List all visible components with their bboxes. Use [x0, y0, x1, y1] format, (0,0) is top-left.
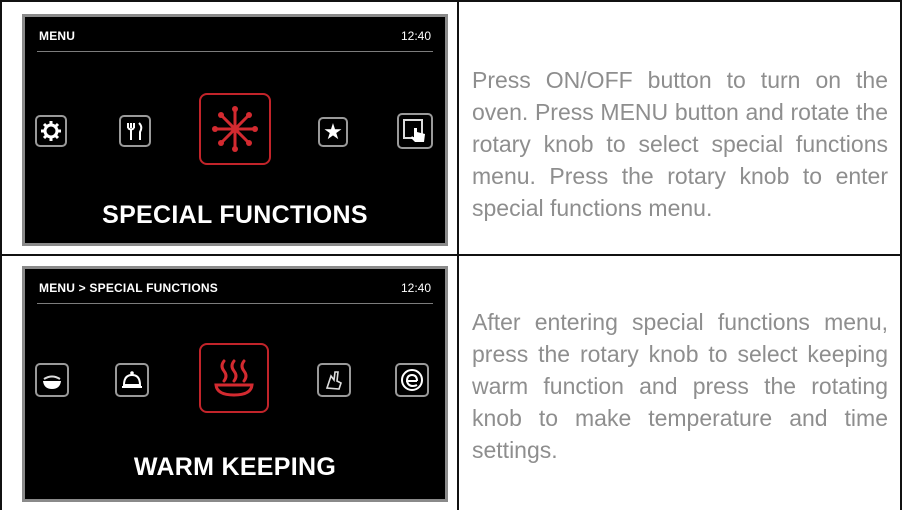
bowl-icon	[35, 363, 69, 397]
table-column-divider	[457, 0, 459, 510]
display-title: MENU	[39, 29, 76, 43]
gear-icon	[35, 115, 67, 147]
warm-keeping-icon	[199, 343, 269, 413]
dome-icon	[115, 363, 149, 397]
fork-knife-icon	[119, 115, 151, 147]
hand-clean-icon	[317, 363, 351, 397]
hand-touch-icon	[397, 113, 433, 149]
display-caption: SPECIAL FUNCTIONS	[102, 201, 368, 229]
display-clock: 12:40	[400, 281, 431, 295]
display-header-rule	[37, 51, 433, 52]
display-header-rule	[37, 303, 433, 304]
oven-display-menu: MENU 12:40 ★ SPECIAL FUNCTIONS	[22, 14, 448, 246]
instruction-text: Press ON/OFF button to turn on the oven.…	[472, 67, 888, 221]
table-border-top	[0, 0, 902, 2]
display-title: MENU > SPECIAL FUNCTIONS	[39, 281, 218, 295]
eco-icon	[395, 363, 429, 397]
star-icon: ★	[318, 117, 348, 147]
display-caption: WARM KEEPING	[133, 453, 337, 481]
table-row-divider	[0, 254, 902, 256]
instruction-text: After entering special functions menu, p…	[472, 309, 888, 463]
defrost-snowflake-icon	[199, 93, 271, 165]
display-clock: 12:40	[400, 29, 431, 43]
table-border-left	[0, 0, 2, 510]
oven-display-special-functions: MENU > SPECIAL FUNCTIONS 12:40 WARM KEEP…	[22, 266, 448, 502]
instruction-table: MENU 12:40 ★ SPECIAL FUNCTIONS Press ON/…	[0, 0, 902, 510]
